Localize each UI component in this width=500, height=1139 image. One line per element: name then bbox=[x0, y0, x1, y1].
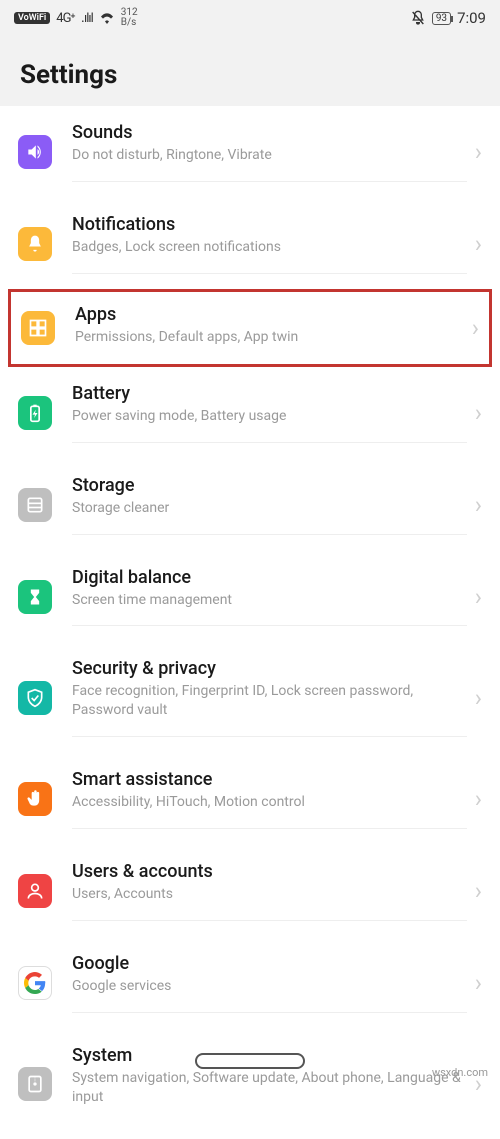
item-title: Sounds bbox=[72, 122, 467, 143]
settings-item-storage[interactable]: Storage Storage cleaner › bbox=[0, 459, 500, 551]
item-subtitle: Badges, Lock screen notifications bbox=[72, 238, 467, 257]
user-icon bbox=[18, 874, 52, 908]
chevron-right-icon: › bbox=[472, 314, 479, 342]
settings-item-smart-assistance[interactable]: Smart assistance Accessibility, HiTouch,… bbox=[0, 753, 500, 845]
settings-item-google[interactable]: Google Google services › bbox=[0, 937, 500, 1029]
settings-item-digital-balance[interactable]: Digital balance Screen time management › bbox=[0, 551, 500, 643]
settings-item-battery[interactable]: Battery Power saving mode, Battery usage… bbox=[0, 367, 500, 459]
chevron-right-icon: › bbox=[475, 684, 482, 712]
mute-icon bbox=[410, 10, 426, 26]
battery-icon bbox=[18, 396, 52, 430]
item-subtitle: Storage cleaner bbox=[72, 499, 467, 518]
item-title: Users & accounts bbox=[72, 861, 467, 882]
item-subtitle: System navigation, Software update, Abou… bbox=[72, 1069, 467, 1107]
shield-icon bbox=[18, 681, 52, 715]
navigation-bar bbox=[0, 1053, 500, 1069]
item-title: Digital balance bbox=[72, 567, 467, 588]
vowifi-badge: VoWiFi bbox=[14, 12, 50, 24]
signal-icon: ․ılıl bbox=[81, 11, 93, 26]
item-subtitle: Screen time management bbox=[72, 591, 467, 610]
clock: 7:09 bbox=[457, 9, 486, 27]
home-pill[interactable] bbox=[195, 1053, 305, 1069]
item-title: Notifications bbox=[72, 214, 467, 235]
page-header: Settings bbox=[0, 36, 500, 106]
item-subtitle: Users, Accounts bbox=[72, 885, 467, 904]
item-title: Storage bbox=[72, 475, 467, 496]
item-subtitle: Accessibility, HiTouch, Motion control bbox=[72, 793, 467, 812]
watermark: wsxdn.com bbox=[432, 1066, 488, 1079]
svg-text:i: i bbox=[34, 1077, 35, 1083]
settings-item-apps[interactable]: Apps Permissions, Default apps, App twin… bbox=[8, 289, 492, 367]
hand-icon bbox=[18, 782, 52, 816]
item-title: Battery bbox=[72, 383, 467, 404]
settings-item-users[interactable]: Users & accounts Users, Accounts › bbox=[0, 845, 500, 937]
item-title: Smart assistance bbox=[72, 769, 467, 790]
google-icon bbox=[18, 966, 52, 1000]
settings-item-sounds[interactable]: Sounds Do not disturb, Ringtone, Vibrate… bbox=[0, 106, 500, 198]
network-type: 4G⁺ bbox=[56, 11, 74, 26]
data-speed: 312 B/s bbox=[121, 8, 138, 28]
system-icon: i bbox=[18, 1067, 52, 1101]
chevron-right-icon: › bbox=[475, 399, 482, 427]
settings-list: Sounds Do not disturb, Ringtone, Vibrate… bbox=[0, 106, 500, 1139]
chevron-right-icon: › bbox=[475, 969, 482, 997]
sound-icon bbox=[18, 135, 52, 169]
chevron-right-icon: › bbox=[475, 877, 482, 905]
item-title: Apps bbox=[75, 304, 464, 325]
item-subtitle: Do not disturb, Ringtone, Vibrate bbox=[72, 146, 467, 165]
chevron-right-icon: › bbox=[475, 583, 482, 611]
page-title: Settings bbox=[20, 60, 480, 90]
battery-indicator: 93 bbox=[432, 12, 451, 25]
chevron-right-icon: › bbox=[475, 785, 482, 813]
chevron-right-icon: › bbox=[475, 138, 482, 166]
item-subtitle: Power saving mode, Battery usage bbox=[72, 407, 467, 426]
settings-item-system[interactable]: i System System navigation, Software upd… bbox=[0, 1029, 500, 1139]
item-title: Google bbox=[72, 953, 467, 974]
status-bar: VoWiFi 4G⁺ ․ılıl 312 B/s 93 7:09 bbox=[0, 0, 500, 36]
chevron-right-icon: › bbox=[475, 230, 482, 258]
chevron-right-icon: › bbox=[475, 491, 482, 519]
item-subtitle: Google services bbox=[72, 977, 467, 996]
storage-icon bbox=[18, 488, 52, 522]
hourglass-icon bbox=[18, 580, 52, 614]
bell-icon bbox=[18, 227, 52, 261]
item-title: Security & privacy bbox=[72, 658, 467, 679]
settings-item-security[interactable]: Security & privacy Face recognition, Fin… bbox=[0, 642, 500, 753]
item-subtitle: Permissions, Default apps, App twin bbox=[75, 328, 464, 347]
item-subtitle: Face recognition, Fingerprint ID, Lock s… bbox=[72, 682, 467, 720]
settings-item-notifications[interactable]: Notifications Badges, Lock screen notifi… bbox=[0, 198, 500, 290]
apps-icon bbox=[21, 311, 55, 345]
wifi-icon bbox=[99, 12, 115, 24]
